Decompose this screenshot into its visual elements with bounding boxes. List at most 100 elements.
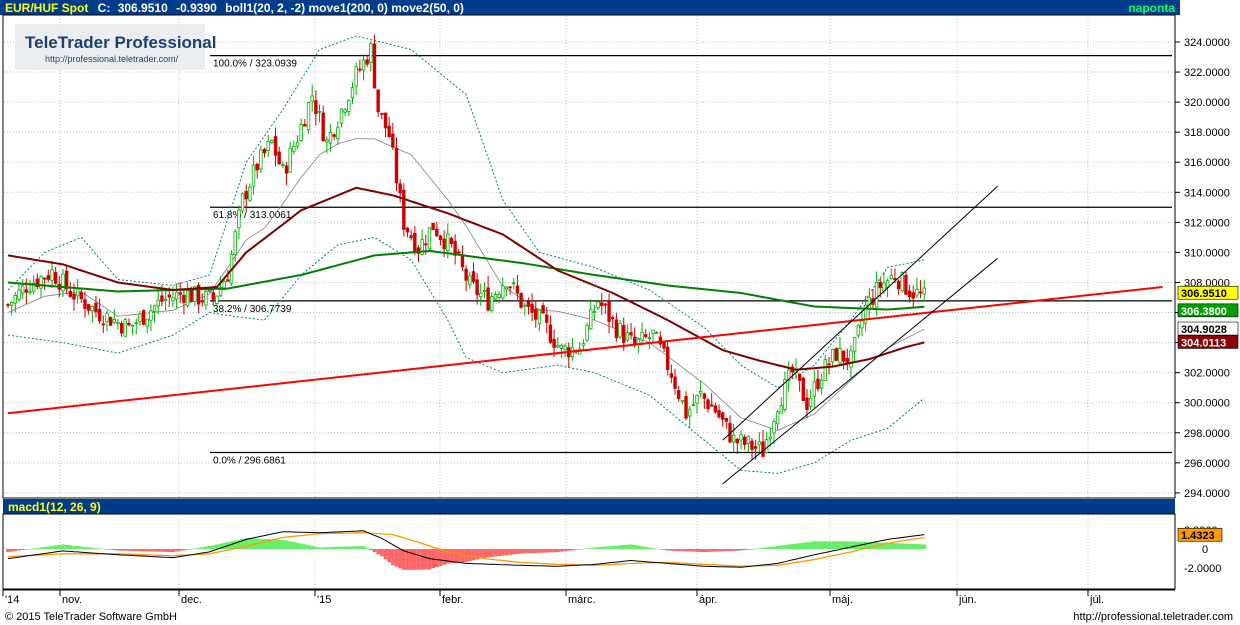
candle-body [860, 320, 864, 329]
candle-body [94, 302, 98, 313]
macd-histogram-bar [20, 549, 25, 551]
candle-body [655, 332, 659, 335]
macd-histogram-bar [570, 549, 575, 551]
candle-body [603, 303, 608, 306]
price-tick-label: 314.0000 [1184, 187, 1230, 199]
macd-histogram-bar [735, 549, 740, 551]
macd-histogram-bar [50, 545, 54, 549]
bollinger-upper [7, 35, 925, 389]
macd-histogram-bar [797, 543, 802, 549]
macd-histogram-bar [640, 546, 644, 549]
candle-body [592, 311, 597, 314]
candle-body [105, 312, 109, 322]
macd-histogram-bar [17, 549, 21, 551]
macd-histogram-bar [105, 549, 109, 550]
candle-body [438, 235, 443, 240]
candle-body [614, 319, 619, 338]
candle-body [486, 287, 490, 311]
macd-histogram-bar [196, 547, 201, 549]
candle-body [354, 66, 358, 87]
candle-body [742, 436, 747, 445]
candle-body [394, 147, 399, 184]
macd-histogram-bar [761, 547, 765, 549]
macd-histogram-bar [24, 549, 29, 550]
macd-histogram-bar [625, 544, 630, 549]
macd-histogram-bar [358, 546, 362, 549]
macd-histogram-bar [614, 545, 619, 549]
macd-histogram-bar [680, 549, 685, 552]
macd-histogram-bar [185, 549, 190, 550]
price-tick-label: 318.0000 [1184, 127, 1230, 139]
candle-body [171, 297, 175, 302]
macd-histogram-bar [94, 548, 98, 549]
macd-histogram-bar [167, 549, 172, 552]
macd-histogram-bar [717, 549, 721, 552]
candle-body [295, 141, 300, 147]
macd-histogram-bar [127, 549, 131, 551]
macd-histogram-bar [695, 549, 699, 552]
candle-body [270, 139, 274, 143]
macd-histogram-bar [709, 549, 714, 552]
macd-histogram-bar [119, 549, 124, 551]
footer-url[interactable]: http://professional.teletrader.com [1073, 611, 1233, 623]
macd-histogram-bar [904, 543, 908, 549]
macd-histogram-bar [64, 544, 69, 549]
macd-histogram-bar [72, 545, 76, 549]
candle-body [596, 301, 600, 309]
candle-body [827, 363, 831, 366]
macd-histogram-bar [676, 549, 681, 551]
candle-body [647, 337, 652, 339]
macd-histogram-bar [409, 549, 414, 570]
candle-body [618, 323, 622, 338]
candle-body [130, 324, 135, 327]
macd-histogram-bar [116, 549, 120, 551]
macd-histogram-bar [171, 549, 175, 553]
candle-body [757, 441, 762, 446]
candle-body [328, 132, 333, 144]
macd-histogram-bar [731, 549, 736, 551]
candle-body [493, 294, 498, 300]
macd-histogram-bar [354, 546, 359, 549]
macd-histogram-bar [178, 549, 183, 551]
macd-histogram-bar [46, 546, 51, 549]
candle-body [215, 295, 219, 304]
macd-histogram-bar [277, 539, 282, 549]
macd-histogram-bar [391, 549, 395, 566]
candle-body [669, 373, 674, 378]
candle-body [233, 231, 237, 255]
macd-histogram-bar [643, 546, 648, 549]
price-tick-label: 310.0000 [1184, 247, 1230, 259]
candle-body [874, 282, 879, 308]
candle-body [680, 400, 685, 403]
candle-body [449, 237, 454, 245]
candle-body [911, 292, 915, 299]
macd-histogram-bar [31, 548, 36, 549]
candle-body [702, 393, 707, 399]
time-tick-label: '14 [5, 594, 19, 606]
candle-body [39, 276, 43, 289]
macd-histogram-bar [541, 549, 545, 553]
candle-body [431, 222, 435, 231]
price-chart[interactable]: EUR/HUF Spot C: 306.9510 -0.9390 boll1(2… [0, 0, 1240, 625]
candle-body [750, 440, 754, 450]
candle-body [9, 301, 14, 306]
candle-body [548, 324, 553, 343]
candle-body [61, 273, 65, 292]
macd-histogram-bar [566, 549, 571, 551]
macd-histogram-bar [317, 547, 322, 549]
candle-body [735, 438, 740, 444]
candle-body [662, 341, 666, 349]
candle-body [882, 282, 886, 292]
candle-body [189, 290, 193, 302]
macd-histogram-bar [808, 541, 813, 549]
candle-body [226, 279, 230, 282]
macd-histogram-bar [896, 543, 901, 549]
candle-body [640, 332, 644, 341]
change-value: -0.9390 [176, 1, 217, 15]
macd-histogram-bar [691, 549, 696, 552]
macd-histogram-bar [900, 543, 905, 549]
candle-body [240, 193, 245, 212]
macd-label: macd1(12, 26, 9) [8, 500, 101, 514]
macd-histogram-bar [618, 545, 622, 549]
candle-body [145, 318, 149, 327]
